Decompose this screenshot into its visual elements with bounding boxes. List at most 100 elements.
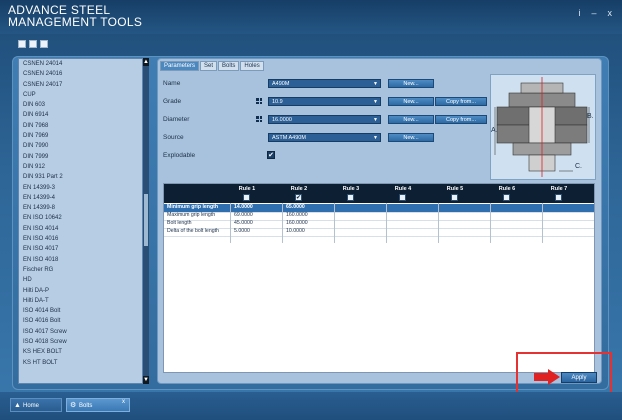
list-item[interactable]: EN 14399-8 (19, 203, 142, 213)
name-new-button[interactable]: New... (388, 79, 434, 88)
apply-button[interactable]: Apply (561, 372, 597, 383)
app-window: ADVANCE STEEL MANAGEMENT TOOLS i – x CSN… (0, 0, 622, 420)
rule-1-checkbox[interactable] (243, 194, 250, 201)
list-item[interactable]: DIN 603 (19, 100, 142, 110)
list-item[interactable]: EN ISO 4014 (19, 224, 142, 234)
list-item[interactable]: CSNEN 24014 (19, 59, 142, 69)
cell-rule-1[interactable]: 45.0000 (234, 220, 253, 228)
list-item[interactable]: EN ISO 10642 (19, 213, 142, 223)
rule-3-checkbox[interactable] (347, 194, 354, 201)
list-item[interactable]: EN ISO 4016 (19, 234, 142, 244)
cell-rule-1[interactable]: 14.0000 (234, 204, 253, 212)
grade-label: Grade (163, 98, 182, 105)
column-divider (282, 203, 283, 243)
list-item[interactable]: Hilti DA-T (19, 296, 142, 306)
list-item[interactable]: DIN 6914 (19, 110, 142, 120)
cell-rule-2[interactable]: 10.0000 (286, 228, 305, 236)
list-item[interactable]: DIN 7999 (19, 152, 142, 162)
list-item[interactable]: ISO 4017 Screw (19, 327, 142, 337)
title-line-2: MANAGEMENT TOOLS (8, 15, 143, 29)
header-rule-5: Rule 5 (446, 186, 464, 192)
grade-new-button[interactable]: New... (388, 97, 434, 106)
diameter-new-button[interactable]: New... (388, 115, 434, 124)
close-button[interactable]: x (608, 8, 613, 18)
cell-rule-2[interactable]: 65.0000 (286, 204, 305, 212)
grid-icon[interactable] (256, 98, 262, 104)
grade-select[interactable]: 10.9 ▼ (268, 97, 381, 106)
list-item[interactable]: Hilti DA-P (19, 286, 142, 296)
cell-rule-1[interactable]: 5.0000 (234, 228, 250, 236)
tab-holes[interactable]: Holes (240, 61, 264, 71)
list-item[interactable]: EN 14399-4 (19, 193, 142, 203)
tab-home-label: Home (23, 403, 40, 409)
tab-bar: Parameters Set Bolts Holes (160, 61, 264, 71)
rule-7-checkbox[interactable] (555, 194, 562, 201)
list-item[interactable]: DIN 7969 (19, 131, 142, 141)
folder-icon[interactable] (18, 40, 26, 48)
rule-2-checkbox[interactable]: ✔ (295, 194, 302, 201)
tab-home[interactable]: ▲ Home (10, 398, 62, 412)
source-value: ASTM A490M (272, 135, 306, 141)
row-label: Minimum grip length (167, 204, 219, 210)
list-item[interactable]: EN 14399-3 (19, 183, 142, 193)
source-new-button[interactable]: New... (388, 133, 434, 142)
tab-set[interactable]: Set (200, 61, 218, 71)
diameter-copy-button[interactable]: Copy from... (435, 115, 487, 124)
grade-copy-button[interactable]: Copy from... (435, 97, 487, 106)
explodable-checkbox[interactable]: ✔ (267, 151, 275, 159)
rule-4-checkbox[interactable] (399, 194, 406, 201)
list-item[interactable]: ISO 4016 Bolt (19, 316, 142, 326)
list-item[interactable]: CUP (19, 90, 142, 100)
cell-rule-1[interactable]: 69.0000 (234, 212, 253, 220)
tab-parameters[interactable]: Parameters (160, 61, 200, 71)
chevron-down-icon: ▼ (373, 117, 378, 123)
scroll-down-icon[interactable]: ▼ (143, 376, 149, 384)
column-divider (230, 203, 231, 243)
tab-bolts[interactable]: Bolts (218, 61, 240, 71)
header-rule-6: Rule 6 (498, 186, 516, 192)
scroll-up-icon[interactable]: ▲ (143, 58, 149, 66)
list-scrollbar[interactable]: ▲ ▼ (143, 58, 149, 384)
list-item[interactable]: DIN 931 Part 2 (19, 172, 142, 182)
list-item[interactable]: DIN 7968 (19, 121, 142, 131)
title-bar: ADVANCE STEEL MANAGEMENT TOOLS i – x (0, 0, 622, 34)
bolt-diagram: A. B. C. (490, 74, 596, 180)
bolt-standard-list[interactable]: CSNEN 24014 CSNEN 24016 CSNEN 24017 CUP DIN … (18, 58, 143, 384)
list-item[interactable]: KS HT BOLT (19, 358, 142, 368)
source-select[interactable]: ASTM A490M ▼ (268, 133, 381, 142)
cell-rule-2[interactable]: 160.0000 (286, 220, 308, 228)
explodable-label: Explodable (163, 152, 196, 159)
header-rule-4: Rule 4 (394, 186, 412, 192)
row-label: Bolt length (167, 220, 192, 226)
rule-6-checkbox[interactable] (503, 194, 510, 201)
cell-rule-2[interactable]: 160.0000 (286, 212, 308, 220)
header-rule-7: Rule 7 (550, 186, 568, 192)
table-row[interactable]: Delta of the bolt length 5.0000 10.0000 (164, 228, 594, 237)
rules-table: Rule 1 Rule 2 ✔ Rule 3 Rule 4 Rule 5 Rul… (163, 183, 595, 373)
list-item[interactable]: HD (19, 275, 142, 285)
list-item[interactable]: KS HEX BOLT (19, 347, 142, 357)
info-button[interactable]: i (578, 8, 580, 18)
list-item[interactable]: CSNEN 24017 (19, 80, 142, 90)
minimize-button[interactable]: – (591, 8, 596, 18)
list-item[interactable]: DIN 7990 (19, 141, 142, 151)
tab-bolts-module[interactable]: ⚙ Bolts x (66, 398, 130, 412)
list-item[interactable]: CSNEN 24016 (19, 69, 142, 79)
list-item[interactable]: DIN 912 (19, 162, 142, 172)
save-icon[interactable] (29, 40, 37, 48)
diameter-select[interactable]: 16.0000 ▼ (268, 115, 381, 124)
scroll-thumb[interactable] (144, 194, 148, 246)
grid-icon[interactable] (40, 40, 48, 48)
list-item[interactable]: EN ISO 4017 (19, 244, 142, 254)
list-item[interactable]: Fischer RG (19, 265, 142, 275)
rule-5-checkbox[interactable] (451, 194, 458, 201)
grid-icon[interactable] (256, 116, 262, 122)
list-item[interactable]: EN ISO 4018 (19, 255, 142, 265)
name-label: Name (163, 80, 181, 87)
name-select[interactable]: A490M ▼ (268, 79, 381, 88)
list-item[interactable]: ISO 4014 Bolt (19, 306, 142, 316)
source-label: Source (163, 134, 184, 141)
row-label: Maximum grip length (167, 212, 216, 218)
close-tab-icon[interactable]: x (122, 395, 125, 409)
list-item[interactable]: ISO 4018 Screw (19, 337, 142, 347)
